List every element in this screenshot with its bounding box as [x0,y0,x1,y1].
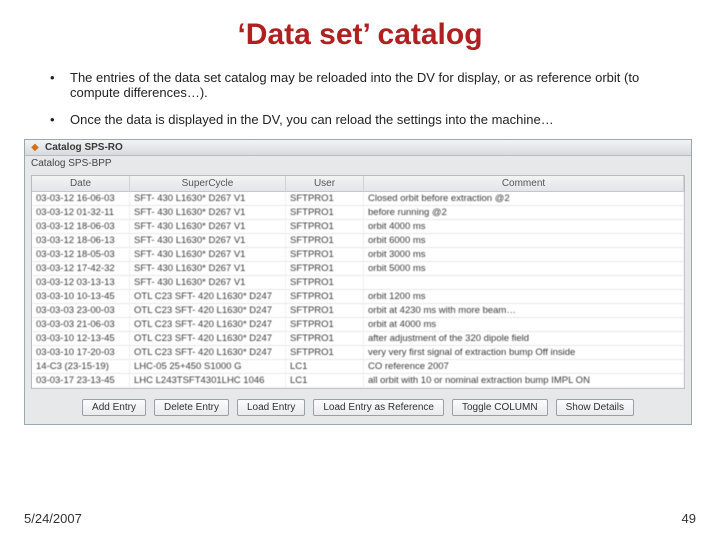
grid-header: Date SuperCycle User Comment [32,176,684,192]
cell-comment: orbit 5000 ms [364,262,684,275]
table-row[interactable]: 03-03-17 23-13-45LHC L243TSFT4301LHC 104… [32,374,684,388]
cell-user: LC1 [286,374,364,387]
cell-date: 14-C3 (23-15-19) [32,360,130,373]
cell-user: SFTPRO1 [286,248,364,261]
cell-cycle: SFT- 430 L1630* D267 V1 [130,234,286,247]
cell-cycle: LHC L243TSFT4301LHC 1046 [130,374,286,387]
slide-title: ‘Data set’ catalog [24,18,696,52]
table-row[interactable]: 03-03-10 10-13-45OTL C23 SFT- 420 L1630*… [32,290,684,304]
table-row[interactable]: 03-03-12 18-06-13SFT- 430 L1630* D267 V1… [32,234,684,248]
add-entry-button[interactable]: Add Entry [82,399,146,416]
toggle-column-button[interactable]: Toggle COLUMN [452,399,548,416]
cell-user: SFTPRO1 [286,234,364,247]
table-row[interactable]: 03-03-12 16-06-03SFT- 430 L1630* D267 V1… [32,192,684,206]
cell-date: 03-03-10 10-13-45 [32,290,130,303]
window-title: Catalog SPS-RO [45,142,123,153]
show-details-button[interactable]: Show Details [556,399,634,416]
cell-cycle: SFT- 430 L1630* D267 V1 [130,220,286,233]
table-row[interactable]: 03-03-03 23-00-03OTL C23 SFT- 420 L1630*… [32,304,684,318]
bullet-text: The entries of the data set catalog may … [70,70,639,100]
cell-comment: very very first signal of extraction bum… [364,346,684,359]
cell-user: SFTPRO1 [286,332,364,345]
table-row[interactable]: 03-03-12 03-13-13SFT- 430 L1630* D267 V1… [32,276,684,290]
bullet-text: Once the data is displayed in the DV, yo… [70,112,554,127]
cell-comment: before running @2 [364,206,684,219]
cell-comment: Closed orbit before extraction @2 [364,192,684,205]
window-titlebar[interactable]: ◆ Catalog SPS-RO [25,140,691,156]
cell-comment: orbit at 4230 ms with more beam… [364,304,684,317]
cell-date: 03-03-03 21-06-03 [32,318,130,331]
cell-cycle: OTL C23 SFT- 420 L1630* D247 [130,290,286,303]
cell-comment: orbit 6000 ms [364,234,684,247]
catalog-window: ◆ Catalog SPS-RO Catalog SPS-BPP Date Su… [24,139,692,425]
cell-user: SFTPRO1 [286,206,364,219]
cell-date: 03-03-12 03-13-13 [32,276,130,289]
cell-date: 03-03-12 18-06-03 [32,220,130,233]
cell-comment: orbit at 4000 ms [364,318,684,331]
cell-user: SFTPRO1 [286,346,364,359]
cell-date: 03-03-12 01-32-11 [32,206,130,219]
bullet-item: •The entries of the data set catalog may… [60,70,676,100]
cell-comment: after adjustment of the 320 dipole field [364,332,684,345]
cell-user: SFTPRO1 [286,304,364,317]
cell-user: SFTPRO1 [286,262,364,275]
cell-date: 03-03-12 17-42-32 [32,262,130,275]
bullet-item: •Once the data is displayed in the DV, y… [60,112,676,127]
cell-cycle: SFT- 430 L1630* D267 V1 [130,192,286,205]
table-row[interactable]: 03-03-10 12-13-45OTL C23 SFT- 420 L1630*… [32,332,684,346]
cell-cycle: SFT- 430 L1630* D267 V1 [130,276,286,289]
table-row[interactable]: 14-C3 (23-15-19)LHC-05 25+450 S1000 GLC1… [32,360,684,374]
cell-comment: CO reference 2007 [364,360,684,373]
load-entry-as-reference-button[interactable]: Load Entry as Reference [313,399,444,416]
cell-date: 03-03-12 18-05-03 [32,248,130,261]
footer-page-number: 49 [682,511,696,526]
delete-entry-button[interactable]: Delete Entry [154,399,229,416]
bullet-list: •The entries of the data set catalog may… [24,70,696,127]
table-row[interactable]: 03-03-03 21-06-03OTL C23 SFT- 420 L1630*… [32,318,684,332]
footer-date: 5/24/2007 [24,511,82,526]
col-header-date[interactable]: Date [32,176,130,191]
cell-cycle: OTL C23 SFT- 420 L1630* D247 [130,304,286,317]
cell-comment: orbit 1200 ms [364,290,684,303]
cell-comment: orbit 3000 ms [364,248,684,261]
cell-date: 03-03-10 17-20-03 [32,346,130,359]
col-header-cycle[interactable]: SuperCycle [130,176,286,191]
cell-user: SFTPRO1 [286,276,364,289]
cell-date: 03-03-17 23-13-45 [32,374,130,387]
app-icon: ◆ [29,142,41,154]
cell-cycle: SFT- 430 L1630* D267 V1 [130,262,286,275]
grid-body: 03-03-12 16-06-03SFT- 430 L1630* D267 V1… [32,192,684,388]
cell-comment: all orbit with 10 or nominal extraction … [364,374,684,387]
col-header-comment[interactable]: Comment [364,176,684,191]
cell-cycle: OTL C23 SFT- 420 L1630* D247 [130,332,286,345]
cell-comment [364,276,684,289]
slide: ‘Data set’ catalog •The entries of the d… [0,0,720,540]
cell-cycle: OTL C23 SFT- 420 L1630* D247 [130,318,286,331]
table-row[interactable]: 03-03-12 17-42-32SFT- 430 L1630* D267 V1… [32,262,684,276]
cell-user: SFTPRO1 [286,318,364,331]
cell-user: SFTPRO1 [286,220,364,233]
cell-date: 03-03-03 23-00-03 [32,304,130,317]
data-grid: Date SuperCycle User Comment 03-03-12 16… [31,175,685,389]
button-bar: Add Entry Delete Entry Load Entry Load E… [25,393,691,424]
cell-user: SFTPRO1 [286,290,364,303]
col-header-user[interactable]: User [286,176,364,191]
cell-date: 03-03-10 12-13-45 [32,332,130,345]
cell-date: 03-03-12 16-06-03 [32,192,130,205]
table-row[interactable]: 03-03-12 01-32-11SFT- 430 L1630* D267 V1… [32,206,684,220]
table-row[interactable]: 03-03-10 17-20-03OTL C23 SFT- 420 L1630*… [32,346,684,360]
cell-cycle: OTL C23 SFT- 420 L1630* D247 [130,346,286,359]
table-row[interactable]: 03-03-12 18-05-03SFT- 430 L1630* D267 V1… [32,248,684,262]
cell-cycle: LHC-05 25+450 S1000 G [130,360,286,373]
cell-date: 03-03-12 18-06-13 [32,234,130,247]
cell-user: LC1 [286,360,364,373]
catalog-label: Catalog SPS-BPP [25,156,691,169]
cell-cycle: SFT- 430 L1630* D267 V1 [130,206,286,219]
cell-user: SFTPRO1 [286,192,364,205]
cell-cycle: SFT- 430 L1630* D267 V1 [130,248,286,261]
table-row[interactable]: 03-03-12 18-06-03SFT- 430 L1630* D267 V1… [32,220,684,234]
cell-comment: orbit 4000 ms [364,220,684,233]
load-entry-button[interactable]: Load Entry [237,399,305,416]
